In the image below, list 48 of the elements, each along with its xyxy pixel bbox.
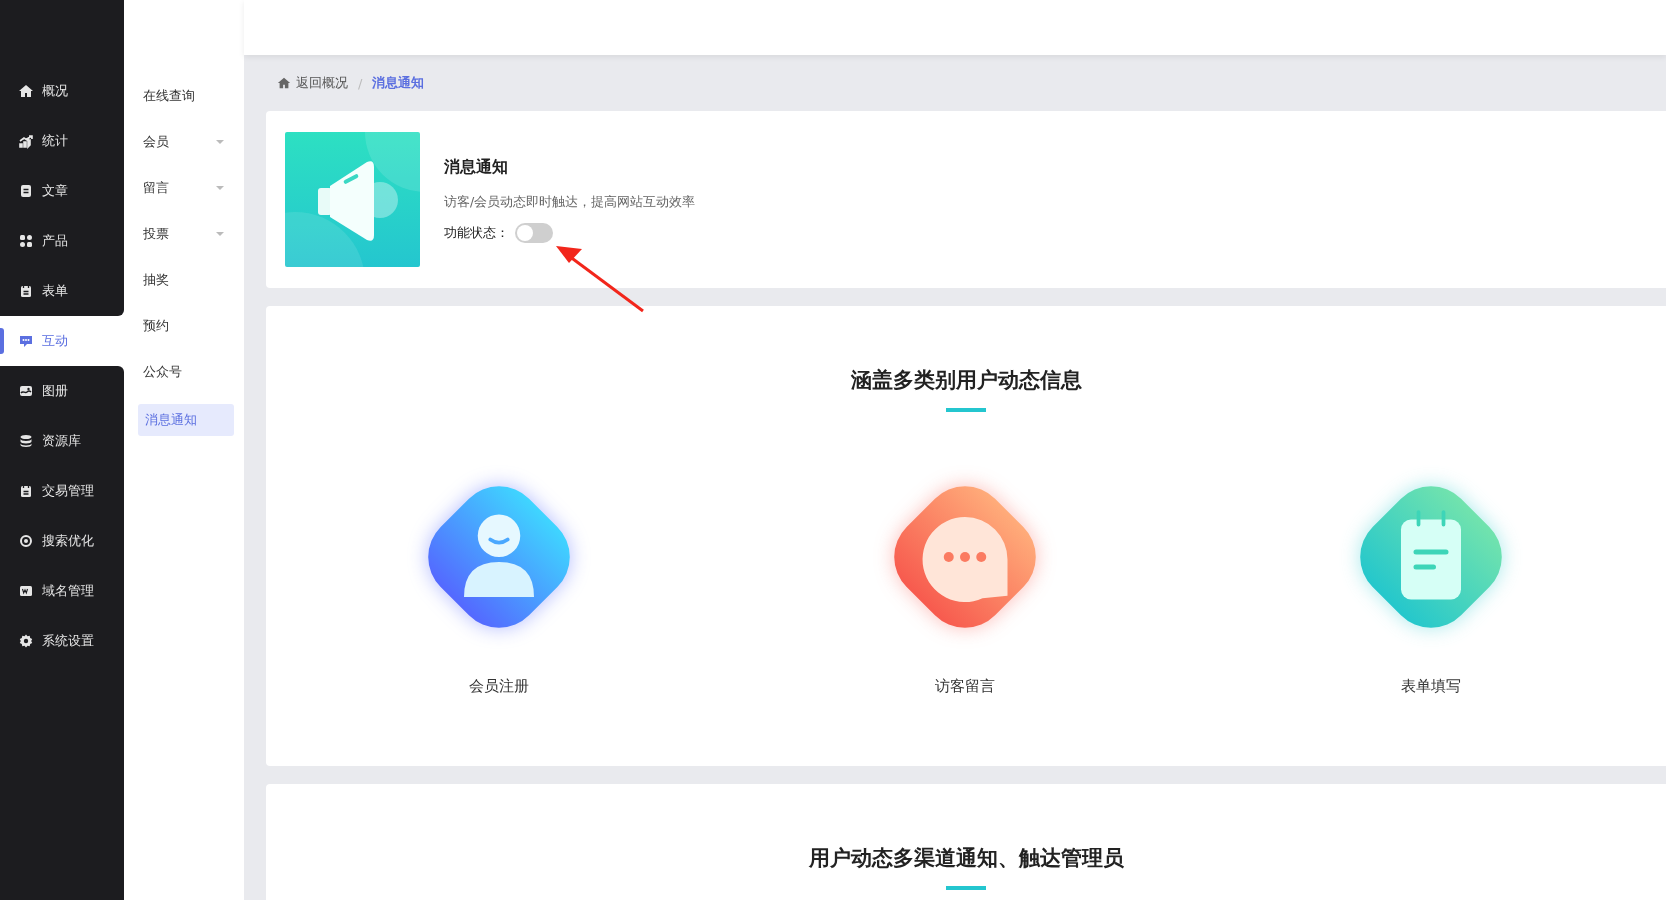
breadcrumb-current: 消息通知: [372, 74, 425, 92]
sidebar-item[interactable]: 产品: [0, 216, 124, 266]
feature-label: 表单填写: [1401, 677, 1461, 696]
sidebar-item[interactable]: 表单: [0, 266, 124, 316]
grid-icon: [18, 233, 34, 249]
sidebar-item[interactable]: 文章: [0, 166, 124, 216]
caret-icon: [216, 232, 224, 236]
document-icon: [18, 183, 34, 199]
w-badge-icon: [18, 583, 34, 599]
caret-icon: [216, 186, 224, 190]
status-label: 功能状态：: [444, 223, 509, 242]
sidebar-item[interactable]: 系统设置: [0, 616, 124, 666]
back-link[interactable]: 返回概况: [277, 74, 348, 92]
database-icon: [18, 433, 34, 449]
image-icon: [18, 383, 34, 399]
sidebar-item[interactable]: 统计: [0, 116, 124, 166]
sidebar-item[interactable]: 资源库: [0, 416, 124, 466]
caret-icon: [216, 140, 224, 144]
sidebar-item[interactable]: 搜索优化: [0, 516, 124, 566]
feature-label: 访客留言: [935, 677, 995, 696]
sidebar-item[interactable]: 交易管理: [0, 466, 124, 516]
chat-icon: [18, 333, 34, 349]
settings-icon: [18, 633, 34, 649]
feature-description: 访客/会员动态即时触达，提高网站互动效率: [444, 193, 696, 211]
feature-label: 会员注册: [469, 677, 529, 696]
clipboard-icon: [18, 483, 34, 499]
chart-icon: [18, 133, 34, 149]
breadcrumb-separator: /: [358, 75, 363, 91]
submenu-item[interactable]: 抽奖: [138, 264, 234, 296]
feature-title: 消息通知: [444, 156, 509, 178]
clipboard-icon: [18, 283, 34, 299]
title-underline: [946, 408, 986, 412]
submenu-item[interactable]: 在线查询: [138, 80, 234, 112]
sidebar-item[interactable]: 图册: [0, 366, 124, 416]
section-title: 用户动态多渠道通知、触达管理员: [808, 845, 1124, 872]
title-underline: [946, 886, 986, 890]
submenu-item[interactable]: 会员: [138, 126, 234, 158]
sidebar-item[interactable]: 域名管理: [0, 566, 124, 616]
home-icon: [18, 83, 34, 99]
home-icon: [277, 76, 291, 90]
submenu-item[interactable]: 留言: [138, 172, 234, 204]
submenu-item[interactable]: 投票: [138, 218, 234, 250]
toggle-switch[interactable]: [515, 222, 553, 243]
submenu-item[interactable]: 消息通知: [138, 404, 234, 436]
sidebar-item[interactable]: 概况: [0, 66, 124, 116]
section-title: 涵盖多类别用户动态信息: [850, 367, 1082, 394]
submenu-item[interactable]: 公众号: [138, 356, 234, 388]
submenu-item[interactable]: 预约: [138, 310, 234, 342]
